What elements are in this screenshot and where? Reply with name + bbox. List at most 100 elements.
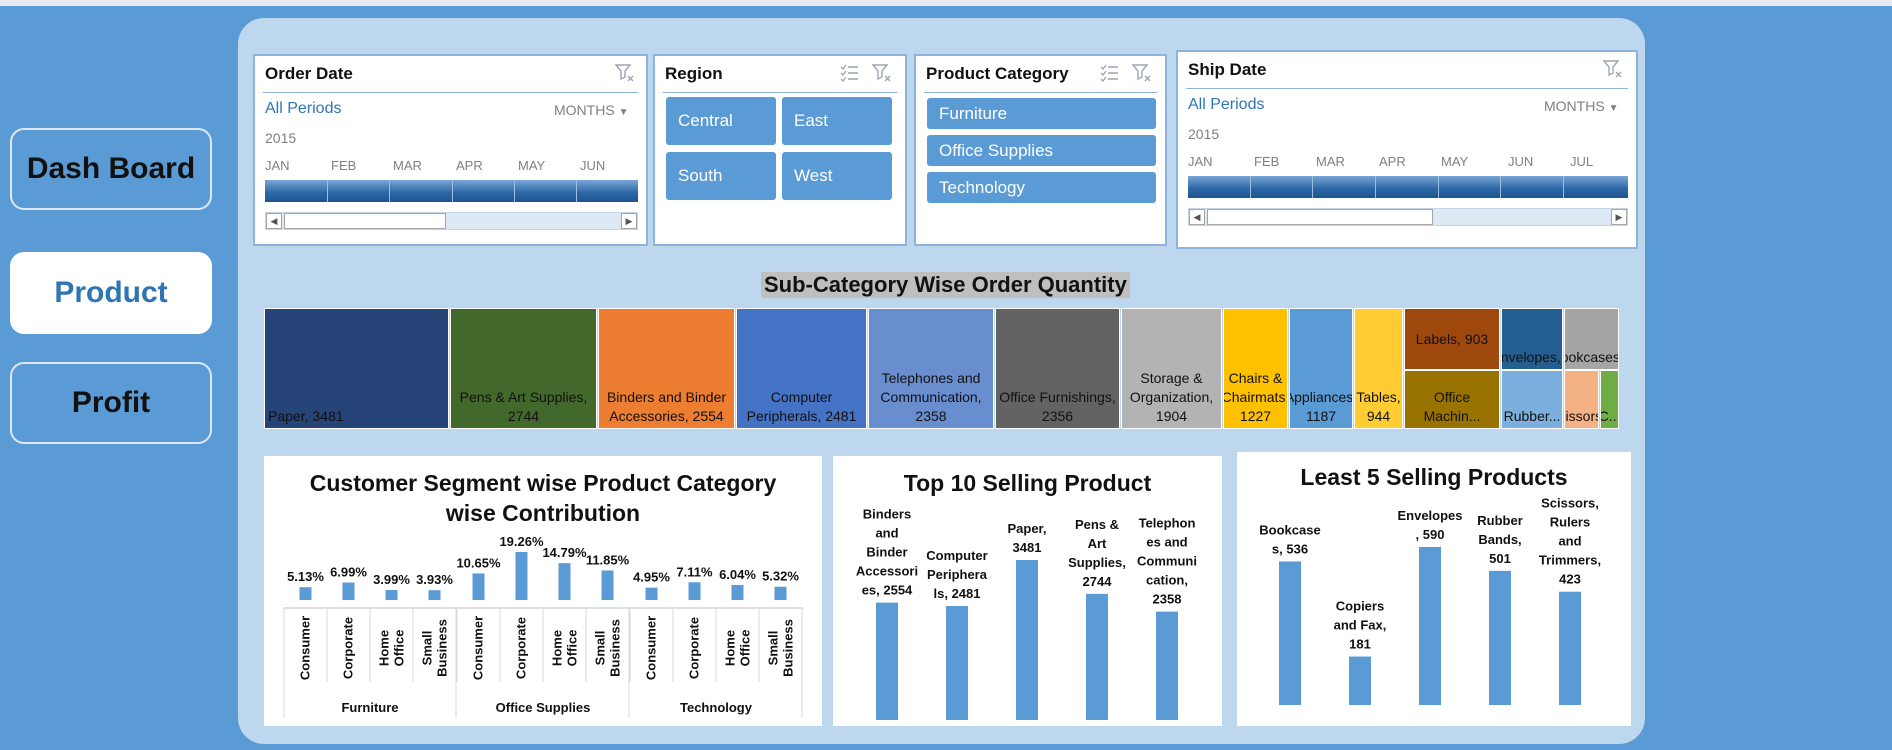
profit-nav-button[interactable]: Profit xyxy=(10,362,212,444)
treemap-cell-label: Paper, 3481 xyxy=(268,408,344,424)
treemap-cell[interactable]: Computer Peripherals, 2481 xyxy=(736,308,867,429)
ship-date-scrollbar[interactable]: ◀ ▶ xyxy=(1188,208,1628,226)
treemap-cell[interactable]: Appliances, 1187 xyxy=(1289,308,1353,429)
bar[interactable] xyxy=(688,582,701,600)
data-label: 10.65% xyxy=(456,555,501,570)
least5-chart-svg: Bookcase s, 536 Copiers and Fax, 181 Envelope… xyxy=(1259,496,1601,705)
clear-filter-icon[interactable] xyxy=(614,62,636,84)
dashboard-nav-button[interactable]: Dash Board xyxy=(10,128,212,210)
segment-tick-label: HomeOffice xyxy=(377,630,407,667)
region-item-central[interactable]: Central xyxy=(666,97,776,145)
category-item-furniture[interactable]: Furniture xyxy=(927,98,1156,129)
clear-filter-icon[interactable] xyxy=(1131,62,1153,84)
bar[interactable] xyxy=(1156,611,1178,720)
scroll-left-arrow-icon[interactable]: ◀ xyxy=(1189,209,1205,225)
window-top-strip xyxy=(0,0,1892,6)
scroll-left-arrow-icon[interactable]: ◀ xyxy=(266,213,282,229)
clear-filter-icon[interactable] xyxy=(1602,58,1624,80)
bar[interactable] xyxy=(601,570,614,600)
order-date-scrollbar[interactable]: ◀ ▶ xyxy=(265,212,638,230)
treemap-cell[interactable]: Paper, 3481 xyxy=(264,308,449,429)
bar[interactable] xyxy=(1419,547,1441,705)
treemap-cell-label: Tables, 944 xyxy=(1356,389,1401,424)
bar[interactable] xyxy=(1279,561,1301,705)
data-label: 11.85% xyxy=(586,552,630,567)
bar[interactable] xyxy=(731,584,744,600)
group-label: Office Supplies xyxy=(496,700,591,715)
region-item-south[interactable]: South xyxy=(666,152,776,200)
scroll-thumb[interactable] xyxy=(284,213,446,229)
treemap-cell[interactable]: Tables, 944 xyxy=(1354,308,1403,429)
treemap-cell[interactable]: Chairs & Chairmats, 1227 xyxy=(1223,308,1288,429)
ship-date-timeline-bar[interactable] xyxy=(1188,176,1628,198)
segment-tick-label: HomeOffice xyxy=(550,630,580,667)
treemap-cell[interactable]: Envelopes,... xyxy=(1501,308,1563,370)
bar[interactable] xyxy=(946,605,968,720)
treemap-cell-label: Chairs & Chairmats, 1227 xyxy=(1223,370,1288,424)
bar[interactable] xyxy=(515,552,528,600)
treemap-cell-label: Storage & Organization, 1904 xyxy=(1129,370,1214,424)
treemap-cell[interactable]: Telephones and Communication, 2358 xyxy=(868,308,994,429)
bar[interactable] xyxy=(1489,570,1511,705)
treemap-cell[interactable]: Office Furnishings, 2356 xyxy=(995,308,1120,429)
category-item-technology[interactable]: Technology xyxy=(927,172,1156,203)
top10-chart-card: Top 10 Selling Product Binders and Binder A… xyxy=(833,456,1222,726)
bar[interactable] xyxy=(876,602,898,720)
segment-tick-label: SmallBusiness xyxy=(766,619,796,677)
category-item-label: Furniture xyxy=(939,103,1008,123)
order-date-level-dropdown[interactable]: MONTHS ▼ xyxy=(554,102,628,118)
treemap-cell[interactable]: Storage & Organization, 1904 xyxy=(1121,308,1222,429)
bar[interactable] xyxy=(428,590,441,600)
bar[interactable] xyxy=(1559,591,1581,705)
treemap-cell[interactable]: Scissors... xyxy=(1564,370,1599,429)
treemap-cell-label: Binders and Binder Accessories, 2554 xyxy=(606,389,727,424)
order-date-all-periods[interactable]: All Periods xyxy=(265,100,341,118)
segment-tick-label: HomeOffice xyxy=(723,630,753,667)
treemap-cell-label: Office Furnishings, 2356 xyxy=(999,389,1116,424)
treemap-cell-label: Computer Peripherals, 2481 xyxy=(746,389,857,424)
month-label: APR xyxy=(1379,154,1406,169)
segment-tick-label: Corporate xyxy=(341,617,356,679)
month-label: JAN xyxy=(1188,154,1213,169)
bar[interactable] xyxy=(645,587,658,600)
treemap-cell[interactable]: C... xyxy=(1600,370,1619,429)
ship-date-all-periods[interactable]: All Periods xyxy=(1188,96,1264,114)
order-date-timeline-bar[interactable] xyxy=(265,180,638,202)
product-nav-label: Product xyxy=(54,276,168,309)
bar[interactable] xyxy=(342,582,355,600)
multi-select-icon[interactable] xyxy=(1099,62,1121,84)
clear-filter-icon[interactable] xyxy=(871,62,893,84)
bar[interactable] xyxy=(1349,656,1371,705)
scroll-thumb[interactable] xyxy=(1207,209,1433,225)
bar[interactable] xyxy=(558,563,571,600)
order-date-slicer: Order Date All Periods MONTHS ▼ 2015 JAN… xyxy=(253,54,648,246)
category-item-office-supplies[interactable]: Office Supplies xyxy=(927,135,1156,166)
slicer-header-divider xyxy=(924,92,1157,93)
region-item-east[interactable]: East xyxy=(782,97,892,145)
treemap-cell-label: Envelopes,... xyxy=(1501,349,1562,365)
treemap-cell[interactable]: Binders and Binder Accessories, 2554 xyxy=(598,308,735,429)
region-item-west[interactable]: West xyxy=(782,152,892,200)
bar[interactable] xyxy=(472,573,485,600)
region-item-label: West xyxy=(794,166,833,185)
multi-select-icon[interactable] xyxy=(839,62,861,84)
treemap-cell[interactable]: Office Machin... xyxy=(1404,370,1500,429)
treemap-cell[interactable]: Pens & Art Supplies, 2744 xyxy=(450,308,597,429)
treemap-cell[interactable]: Bookcases... xyxy=(1564,308,1619,370)
bar[interactable] xyxy=(774,586,787,600)
scroll-right-arrow-icon[interactable]: ▶ xyxy=(1611,209,1627,225)
month-label: FEB xyxy=(1254,154,1280,169)
product-nav-button[interactable]: Product xyxy=(10,252,212,334)
bar[interactable] xyxy=(385,590,398,600)
region-item-label: South xyxy=(678,166,723,185)
month-label: FEB xyxy=(331,158,357,173)
ship-date-level-dropdown[interactable]: MONTHS ▼ xyxy=(1544,98,1618,114)
bar[interactable] xyxy=(1086,593,1108,720)
data-label: Bookcase s, 536 xyxy=(1259,522,1320,556)
treemap-cell[interactable]: Rubber... xyxy=(1501,370,1563,429)
slicer-header-divider xyxy=(263,92,638,93)
treemap-cell[interactable]: Labels, 903 xyxy=(1404,308,1500,370)
bar[interactable] xyxy=(1016,560,1038,720)
bar[interactable] xyxy=(299,587,312,600)
scroll-right-arrow-icon[interactable]: ▶ xyxy=(621,213,637,229)
